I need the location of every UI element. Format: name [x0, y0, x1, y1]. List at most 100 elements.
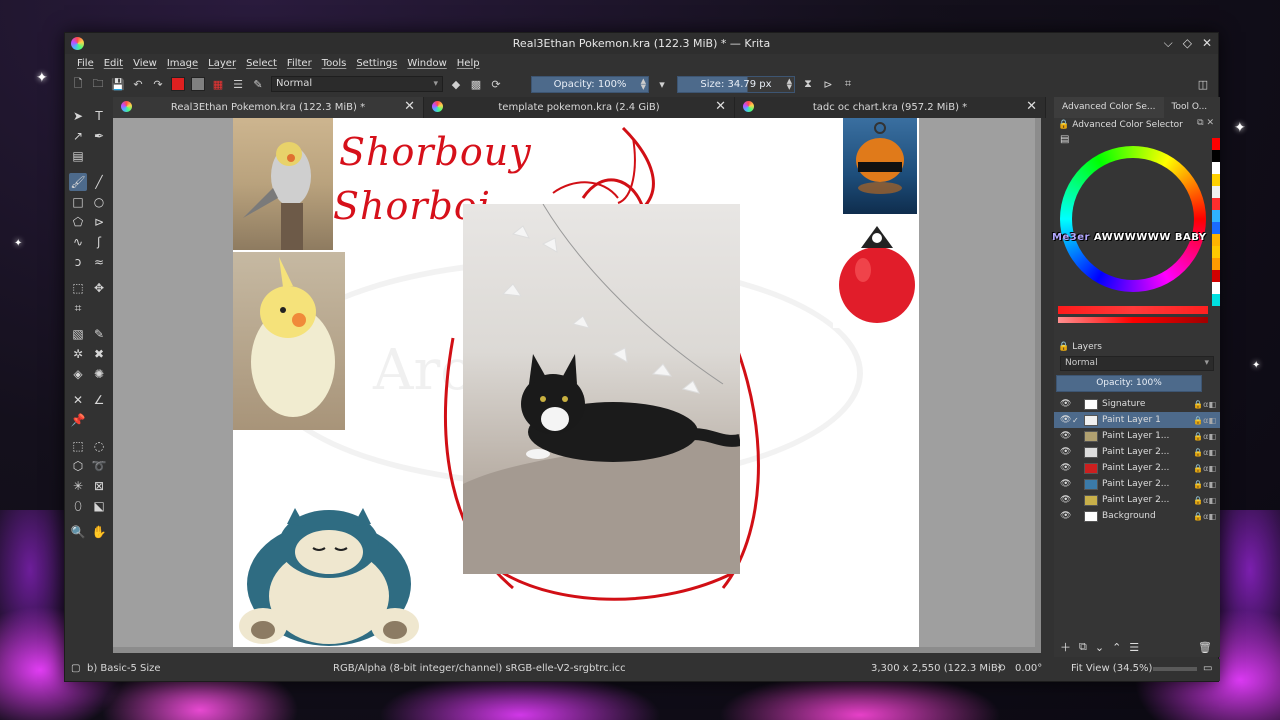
add-layer-icon[interactable]: ＋	[1060, 639, 1071, 655]
background-color-swatch[interactable]	[191, 77, 205, 91]
tab-tool-options[interactable]: Tool O...	[1164, 97, 1216, 118]
visibility-eye-icon[interactable]: 👁	[1060, 415, 1072, 425]
colorize-mask-icon[interactable]: ✲	[69, 345, 87, 363]
vertical-scrollbar[interactable]	[1035, 118, 1041, 653]
visibility-eye-icon[interactable]: 👁	[1060, 399, 1072, 409]
reference-images-icon[interactable]: 📌	[69, 411, 87, 429]
close-tab-icon[interactable]: ✕	[715, 99, 726, 114]
layer-row[interactable]: 👁 Paint Layer 2... 🔒α◧	[1054, 444, 1220, 460]
open-document-icon[interactable]: 🗀	[91, 77, 105, 91]
pan-tool-icon[interactable]: ✋	[90, 523, 108, 541]
layer-flags-icon[interactable]: 🔒α◧	[1190, 432, 1220, 441]
layer-row-background[interactable]: 👁 Background 🔒α◧	[1054, 508, 1220, 524]
gradient-tool-icon[interactable]: ▧	[69, 325, 87, 343]
workspace-icon[interactable]: ◫	[1196, 77, 1210, 91]
layer-properties-icon[interactable]: ☰	[1129, 641, 1139, 654]
layer-flags-icon[interactable]: 🔒α◧	[1190, 480, 1220, 489]
canvas-page[interactable]: Aro Shorbouy Shorboi	[233, 118, 919, 649]
layer-row[interactable]: 👁 Paint Layer 2... 🔒α◧	[1054, 492, 1220, 508]
bezier-curve-icon[interactable]: ∿	[69, 233, 87, 251]
visibility-eye-icon[interactable]: 👁	[1060, 479, 1072, 489]
undo-icon[interactable]: ↶	[131, 77, 145, 91]
reload-preset-icon[interactable]: ⟳	[489, 77, 503, 91]
close-window-button[interactable]: ✕	[1202, 36, 1212, 51]
visibility-eye-icon[interactable]: 👁	[1060, 431, 1072, 441]
multibrush-icon[interactable]: ≈	[90, 253, 108, 271]
chevron-down-icon[interactable]: ▾	[655, 77, 669, 91]
polygon-tool-icon[interactable]: ⬠	[69, 213, 87, 231]
close-tab-icon[interactable]: ✕	[1026, 99, 1037, 114]
measure-tool-icon[interactable]: ∠	[90, 391, 108, 409]
menu-window[interactable]: Window	[402, 58, 451, 69]
layer-row-signature[interactable]: 👁 Signature 🔒α◧	[1054, 396, 1220, 412]
preserve-alpha-icon[interactable]: ▩	[469, 77, 483, 91]
layer-blend-mode-select[interactable]: Normal	[1060, 356, 1214, 371]
tab-template-pokemon[interactable]: template pokemon.kra (2.4 GiB) ✕	[424, 97, 735, 118]
horizontal-scrollbar[interactable]	[113, 647, 1041, 653]
eraser-mode-icon[interactable]: ◆	[449, 77, 463, 91]
layer-row-paint-layer-1[interactable]: 👁 ✓ Paint Layer 1 🔒α◧	[1054, 412, 1220, 428]
layer-flags-icon[interactable]: 🔒α◧	[1190, 512, 1220, 521]
pattern-editing-icon[interactable]: ▤	[69, 147, 87, 165]
canvas-only-icon[interactable]: ▭	[1203, 663, 1212, 674]
brush-preview-icon[interactable]: ▢	[71, 663, 80, 674]
pattern-icon[interactable]: ☰	[231, 77, 245, 91]
delete-layer-icon[interactable]: 🗑	[1198, 641, 1212, 654]
move-tool-icon[interactable]: ✥	[90, 279, 108, 297]
layer-row[interactable]: 👁 Paint Layer 1... 🔒α◧	[1054, 428, 1220, 444]
assistant-tool-icon[interactable]: ✕	[69, 391, 87, 409]
zoom-label[interactable]: Fit View (34.5%)	[1071, 663, 1152, 674]
edit-shapes-icon[interactable]: ↗	[69, 127, 87, 145]
visibility-eye-icon[interactable]: 👁	[1060, 463, 1072, 473]
tab-real3ethan-pokemon[interactable]: Real3Ethan Pokemon.kra (122.3 MiB) * ✕	[113, 97, 424, 118]
visibility-eye-icon[interactable]: 👁	[1060, 495, 1072, 505]
spin-arrows-icon[interactable]: ▲ ▼	[787, 77, 792, 90]
layer-row[interactable]: 👁 Paint Layer 2... 🔒α◧	[1054, 476, 1220, 492]
select-shapes-icon[interactable]: ➤	[69, 107, 87, 125]
mirror-vertical-icon[interactable]: ⊳	[821, 77, 835, 91]
color-picker-icon[interactable]: ✎	[90, 325, 108, 343]
menu-edit[interactable]: Edit	[99, 58, 128, 69]
tab-tadc-oc-chart[interactable]: tadc oc chart.kra (957.2 MiB) * ✕	[735, 97, 1046, 118]
wrap-around-icon[interactable]: ⌗	[841, 77, 855, 91]
smart-patch-icon[interactable]: ✖	[90, 345, 108, 363]
fill-tool-icon[interactable]: ◈	[69, 365, 87, 383]
text-tool-icon[interactable]: T	[90, 107, 108, 125]
opacity-slider[interactable]: Opacity: 100% ▲ ▼	[531, 75, 649, 93]
dynamic-brush-icon[interactable]: ↄ	[69, 253, 87, 271]
ellipse-tool-icon[interactable]: ○	[90, 193, 108, 211]
zoom-slider[interactable]	[1153, 667, 1197, 671]
crop-tool-icon[interactable]: ⌗	[69, 299, 87, 317]
rect-select-icon[interactable]: ⬚	[69, 437, 87, 455]
move-layer-up-icon[interactable]: ⌃	[1112, 641, 1121, 654]
freehand-brush-icon[interactable]: 🖌	[69, 173, 87, 191]
size-slider[interactable]: Size: 34.79 px ▲ ▼	[677, 75, 795, 93]
transform-tool-icon[interactable]: ⬚	[69, 279, 87, 297]
menu-select[interactable]: Select	[241, 58, 282, 69]
duplicate-layer-icon[interactable]: ⧉	[1079, 640, 1087, 654]
minimize-button[interactable]: ⌵	[1164, 36, 1173, 51]
polygon-select-icon[interactable]: ⬡	[69, 457, 87, 475]
move-layer-down-icon[interactable]: ⌄	[1095, 641, 1104, 654]
blend-mode-select[interactable]: Normal	[271, 76, 443, 92]
close-tab-icon[interactable]: ✕	[404, 99, 415, 114]
layer-flags-icon[interactable]: 🔒α◧	[1190, 496, 1220, 505]
layer-flags-icon[interactable]: 🔒α◧	[1190, 400, 1220, 409]
save-icon[interactable]: 💾	[111, 77, 125, 91]
mirror-horizontal-icon[interactable]: ⧗	[801, 77, 815, 91]
spin-arrows-icon[interactable]: ▲ ▼	[641, 77, 646, 90]
hue-wheel[interactable]	[1060, 146, 1206, 292]
redo-icon[interactable]: ↷	[151, 77, 165, 91]
similar-select-icon[interactable]: ⊠	[90, 477, 108, 495]
canvas-viewport[interactable]: Aro Shorbouy Shorboi	[113, 118, 1041, 653]
layer-opacity-slider[interactable]: Opacity: 100%	[1056, 375, 1202, 392]
maximize-button[interactable]: ◇	[1183, 36, 1192, 51]
freehand-select-icon[interactable]: ➰	[90, 457, 108, 475]
visibility-eye-icon[interactable]: 👁	[1060, 447, 1072, 457]
menu-settings[interactable]: Settings	[351, 58, 402, 69]
shade-bar-1[interactable]	[1058, 306, 1208, 314]
title-bar[interactable]: Real3Ethan Pokemon.kra (122.3 MiB) * — K…	[65, 33, 1218, 54]
menu-file[interactable]: File	[72, 58, 99, 69]
color-settings-icon[interactable]: ▤	[1060, 134, 1069, 145]
layer-row[interactable]: 👁 Paint Layer 2... 🔒α◧	[1054, 460, 1220, 476]
